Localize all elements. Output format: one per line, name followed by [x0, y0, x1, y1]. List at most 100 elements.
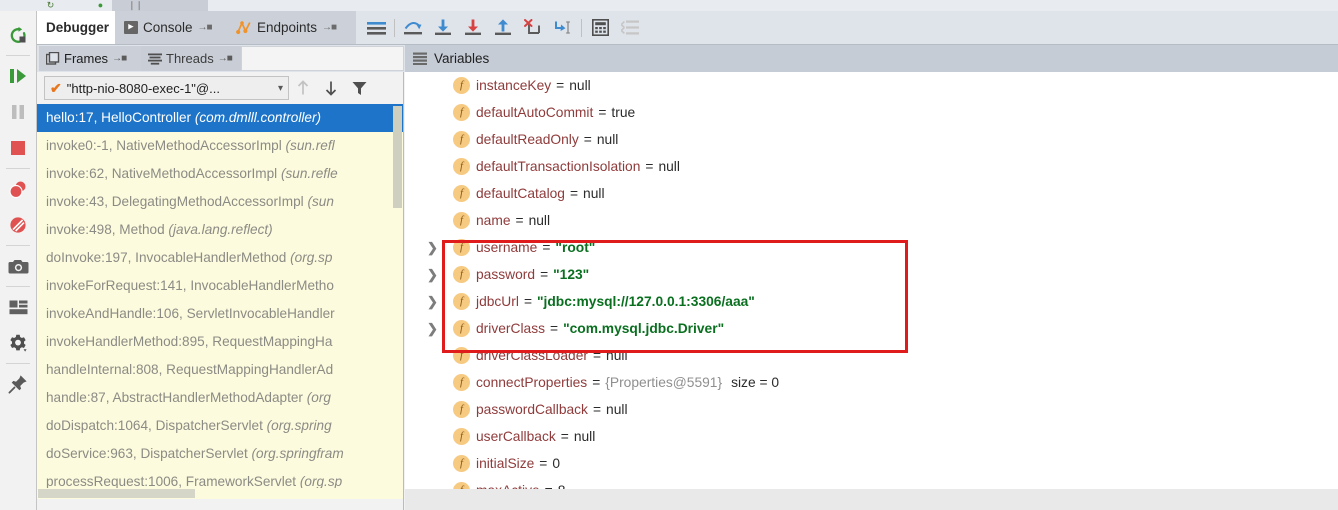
- sort-variables-button[interactable]: [615, 11, 645, 44]
- variable-row[interactable]: f defaultAutoCommit = true: [405, 99, 1338, 126]
- field-icon: f: [453, 293, 470, 310]
- chevron-right-icon[interactable]: ❯: [427, 234, 438, 261]
- call-stack-frame-row[interactable]: doService:963, DispatcherServlet (org.sp…: [37, 440, 403, 468]
- equals-sign: =: [592, 402, 602, 417]
- call-stack-frame-row[interactable]: handleInternal:808, RequestMappingHandle…: [37, 356, 403, 384]
- equals-sign: =: [592, 348, 602, 363]
- frame-method-label: doInvoke:197, InvocableHandlerMethod: [46, 250, 287, 265]
- variable-row[interactable]: ❯ f username = "root": [405, 234, 1338, 261]
- call-stack-list[interactable]: hello:17, HelloController (com.dmlll.con…: [37, 104, 403, 499]
- call-stack-frame-row[interactable]: invoke:498, Method (java.lang.reflect): [37, 216, 403, 244]
- pin-tab-button[interactable]: [0, 366, 36, 402]
- call-stack-frame-row[interactable]: invoke:62, NativeMethodAccessorImpl (sun…: [37, 160, 403, 188]
- settings-button[interactable]: [0, 325, 36, 361]
- call-stack-frame-row[interactable]: handle:87, AbstractHandlerMethodAdapter …: [37, 384, 403, 412]
- call-stack-frame-row[interactable]: invokeAndHandle:106, ServletInvocableHan…: [37, 300, 403, 328]
- run-to-cursor-button[interactable]: [548, 11, 578, 44]
- step-into-icon: [435, 19, 451, 35]
- variable-row[interactable]: f connectProperties = {Properties@5591} size…: [405, 369, 1338, 396]
- call-stack-frame-row[interactable]: hello:17, HelloController (com.dmlll.con…: [37, 104, 403, 132]
- resume-icon: [10, 69, 26, 83]
- field-icon: f: [453, 266, 470, 283]
- variable-name-label: password: [476, 267, 536, 282]
- thread-selector-dropdown[interactable]: ✔ "http-nio-8080-exec-1"@... ▾: [44, 76, 289, 100]
- tab-console[interactable]: ▶ Console →■: [115, 11, 227, 44]
- stop-icon: [11, 141, 25, 155]
- frame-package-label: (org.spring: [262, 418, 332, 433]
- call-stack-frame-row[interactable]: doDispatch:1064, DispatcherServlet (org.…: [37, 412, 403, 440]
- frames-horizontal-scrollbar-track[interactable]: [37, 488, 403, 499]
- frames-horizontal-scrollbar-thumb[interactable]: [38, 489, 195, 498]
- drop-frame-button[interactable]: [518, 11, 548, 44]
- field-icon: f: [453, 239, 470, 256]
- variables-panel[interactable]: f instanceKey = null f defaultAutoCommit = true…: [405, 72, 1338, 510]
- toolbar-divider: [6, 168, 30, 169]
- variable-name-label: defaultTransactionIsolation: [476, 159, 641, 174]
- variable-row[interactable]: f initialSize = 0: [405, 450, 1338, 477]
- evaluate-expression-button[interactable]: [585, 11, 615, 44]
- variable-row[interactable]: f driverClassLoader = null: [405, 342, 1338, 369]
- toolbar-divider: [6, 245, 30, 246]
- equals-sign: =: [515, 213, 524, 228]
- frames-vertical-scrollbar[interactable]: [393, 106, 402, 208]
- frames-panel: ✔ "http-nio-8080-exec-1"@... ▾ hello:17,…: [37, 72, 404, 510]
- call-stack-frame-row[interactable]: invoke0:-1, NativeMethodAccessorImpl (su…: [37, 132, 403, 160]
- tab-console-label: Console: [143, 20, 193, 35]
- show-execution-point-button[interactable]: [361, 11, 391, 44]
- force-step-into-icon: [465, 19, 481, 35]
- call-stack-frame-row[interactable]: invokeForRequest:141, InvocableHandlerMe…: [37, 272, 403, 300]
- variable-row[interactable]: f name = null: [405, 207, 1338, 234]
- frame-method-label: processRequest:1006, FrameworkServlet: [46, 474, 297, 489]
- chevron-right-icon[interactable]: ❯: [427, 288, 438, 315]
- call-stack-frame-row[interactable]: invoke:43, DelegatingMethodAccessorImpl …: [37, 188, 403, 216]
- variable-row[interactable]: ❯ f driverClass = "com.mysql.jdbc.Driver": [405, 315, 1338, 342]
- resume-program-button[interactable]: [0, 58, 36, 94]
- pause-program-button[interactable]: [0, 94, 36, 130]
- layout-button[interactable]: [0, 289, 36, 325]
- step-out-button[interactable]: [488, 11, 518, 44]
- variable-row[interactable]: f defaultTransactionIsolation = null: [405, 153, 1338, 180]
- equals-sign: =: [542, 240, 551, 255]
- tab-endpoints-label: Endpoints: [257, 20, 318, 35]
- step-into-button[interactable]: [428, 11, 458, 44]
- gear-icon: [10, 334, 27, 352]
- force-step-into-button[interactable]: [458, 11, 488, 44]
- variable-row[interactable]: f userCallback = null: [405, 423, 1338, 450]
- editor-tab-partial[interactable]: [112, 0, 208, 11]
- tab-endpoints[interactable]: Endpoints →■: [227, 11, 356, 44]
- call-stack-frame-row[interactable]: doInvoke:197, InvocableHandlerMethod (or…: [37, 244, 403, 272]
- frames-search-input[interactable]: [241, 46, 404, 71]
- move-up-button[interactable]: [289, 72, 317, 104]
- step-out-icon: [495, 19, 511, 35]
- view-breakpoints-button[interactable]: [0, 171, 36, 207]
- stop-button[interactable]: [0, 130, 36, 166]
- field-icon: f: [453, 77, 470, 94]
- variable-row[interactable]: f instanceKey = null: [405, 72, 1338, 99]
- chevron-right-icon[interactable]: ❯: [427, 315, 438, 342]
- console-icon: ▶: [124, 21, 138, 34]
- run-to-cursor-icon: [555, 21, 570, 34]
- mute-breakpoints-button[interactable]: [0, 207, 36, 243]
- screenshot-button[interactable]: [0, 248, 36, 284]
- step-over-button[interactable]: [398, 11, 428, 44]
- variable-row[interactable]: ❯ f jdbcUrl = "jdbc:mysql://127.0.0.1:3306/a…: [405, 288, 1338, 315]
- sub-tab-threads[interactable]: Threads →■: [141, 46, 241, 71]
- variable-row[interactable]: f defaultCatalog = null: [405, 180, 1338, 207]
- call-stack-frame-row[interactable]: invokeHandlerMethod:895, RequestMappingH…: [37, 328, 403, 356]
- frame-package-label: (org: [302, 390, 331, 405]
- tab-debugger[interactable]: Debugger: [37, 11, 115, 44]
- move-down-button[interactable]: [317, 72, 345, 104]
- filter-button[interactable]: [345, 72, 373, 104]
- sub-tab-frames[interactable]: Frames →■: [39, 46, 141, 71]
- equals-sign: =: [560, 429, 569, 444]
- field-icon: f: [453, 347, 470, 364]
- chevron-right-icon[interactable]: ❯: [427, 261, 438, 288]
- variable-name-label: defaultCatalog: [476, 186, 565, 201]
- variable-row[interactable]: f passwordCallback = null: [405, 396, 1338, 423]
- variable-value-label: null: [596, 132, 619, 147]
- variable-row[interactable]: f defaultReadOnly = null: [405, 126, 1338, 153]
- arrow-down-icon: [325, 81, 337, 96]
- variable-row[interactable]: ❯ f password = "123": [405, 261, 1338, 288]
- toolbar-divider: [6, 363, 30, 364]
- rerun-button[interactable]: [0, 17, 36, 53]
